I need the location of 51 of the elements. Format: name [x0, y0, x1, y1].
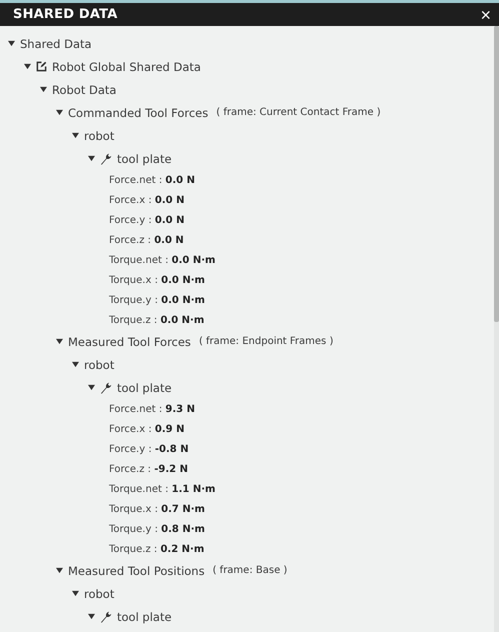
- tree-node-label[interactable]: Robot Global Shared Data: [52, 60, 201, 74]
- value-reading: Torque.y : 0.8 N·m: [109, 524, 205, 534]
- value-reading: Torque.z : 0.0 N·m: [109, 314, 204, 326]
- caret-icon[interactable]: [88, 613, 95, 620]
- tree-node-label[interactable]: Shared Data: [20, 36, 92, 50]
- value-reading: Torque.net : 0.0 N·m: [109, 254, 216, 266]
- value-reading: Torque.x : 0.0 N·m: [109, 274, 205, 286]
- value-reading: Force.z : -9.2 N: [109, 464, 188, 474]
- scrollbar[interactable]: [494, 26, 499, 632]
- edit-icon: [36, 61, 47, 72]
- tree-node-label[interactable]: Robot Data: [52, 82, 116, 96]
- value-reading: Torque.x : 0.7 N·m: [109, 504, 205, 514]
- close-button[interactable]: ×: [480, 6, 491, 24]
- value-reading: Force.net : 9.3 N: [109, 404, 195, 414]
- caret-icon[interactable]: [40, 86, 47, 93]
- tree-node-label[interactable]: robot: [84, 586, 114, 600]
- frame-note: ( frame: Endpoint Frames ): [198, 336, 334, 347]
- value-reading: Force.net : 0.0 N: [109, 174, 195, 186]
- frame-note: ( frame: Current Contact Frame ): [216, 107, 381, 118]
- frame-note: ( frame: Base ): [212, 565, 288, 576]
- caret-icon[interactable]: [72, 132, 79, 139]
- caret-icon[interactable]: [72, 590, 79, 597]
- tree-node-label[interactable]: Commanded Tool Forces: [68, 106, 208, 120]
- caret-icon[interactable]: [72, 361, 79, 368]
- wrench-icon: [100, 152, 112, 164]
- tree-node-label[interactable]: robot: [84, 128, 114, 142]
- tree-node-label[interactable]: tool plate: [117, 380, 172, 394]
- scroll-thumb[interactable]: [494, 26, 499, 322]
- caret-icon[interactable]: [56, 338, 63, 345]
- value-reading: Torque.net : 1.1 N·m: [109, 484, 216, 494]
- caret-icon[interactable]: [88, 384, 95, 391]
- value-reading: Torque.y : 0.0 N·m: [109, 294, 205, 306]
- caret-icon[interactable]: [88, 155, 95, 162]
- caret-icon[interactable]: [56, 567, 63, 574]
- value-reading: Force.y : 0.0 N: [109, 214, 184, 226]
- tree-node-label[interactable]: tool plate: [117, 152, 172, 166]
- value-reading: Force.y : -0.8 N: [109, 444, 189, 454]
- tree-node-label[interactable]: tool plate: [117, 610, 172, 624]
- wrench-icon: [100, 610, 112, 622]
- value-reading: Torque.z : 0.2 N·m: [109, 544, 204, 554]
- tree-node-label[interactable]: Measured Tool Forces: [68, 334, 191, 348]
- value-reading: Force.x : 0.9 N: [109, 424, 184, 434]
- caret-icon[interactable]: [56, 109, 63, 116]
- window-title: SHARED DATA: [13, 7, 118, 22]
- value-reading: Force.z : 0.0 N: [109, 234, 184, 246]
- value-reading: Force.x : 0.0 N: [109, 194, 184, 206]
- caret-icon[interactable]: [8, 40, 15, 47]
- tree-node-label[interactable]: robot: [84, 358, 114, 372]
- wrench-icon: [100, 382, 112, 394]
- tree-node-label[interactable]: Measured Tool Positions: [68, 564, 205, 578]
- caret-icon[interactable]: [24, 63, 31, 70]
